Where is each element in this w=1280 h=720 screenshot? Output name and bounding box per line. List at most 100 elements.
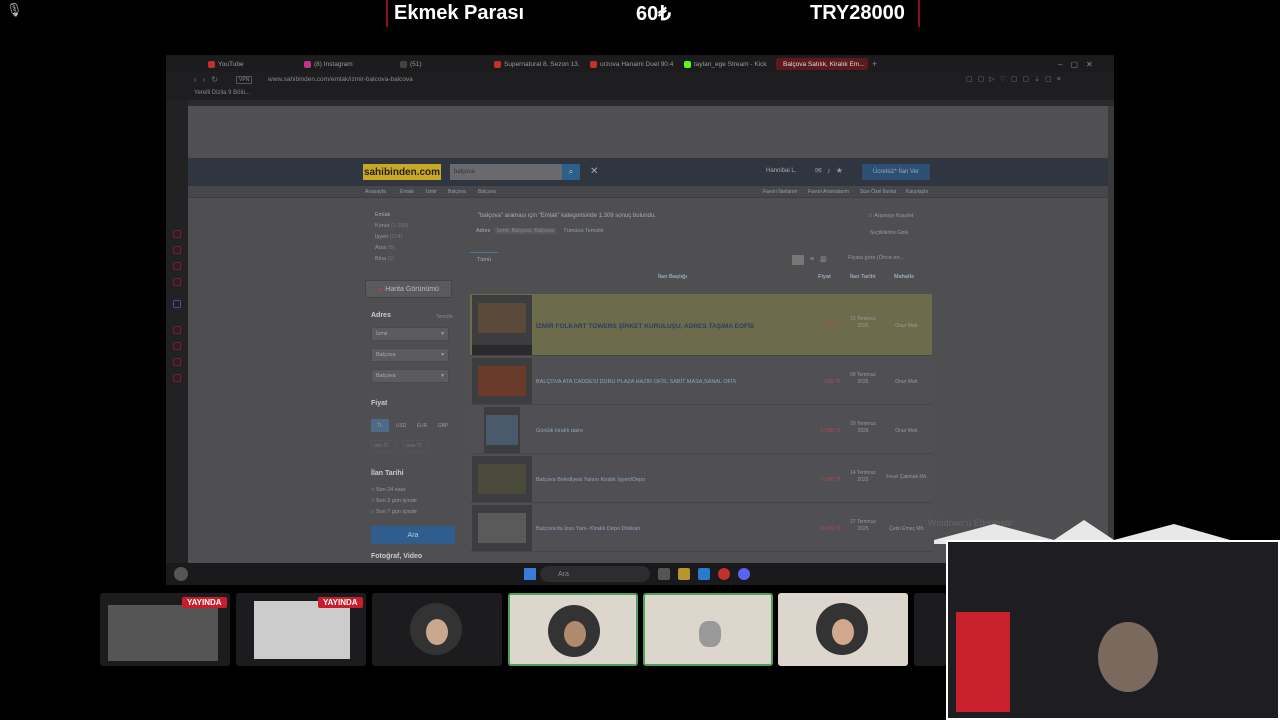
twitch-icon[interactable] (173, 300, 181, 308)
filter-chip[interactable]: İzmir, Balçova, Balçova (494, 228, 556, 234)
listing-price: 9.000 TL (820, 526, 842, 532)
page-scrollbar[interactable] (1108, 106, 1114, 566)
map-view-button[interactable]: ● Harita Görünümü (365, 280, 452, 298)
discord-icon[interactable] (738, 568, 750, 580)
currency-gbp[interactable]: GBP (434, 419, 452, 432)
sort-select[interactable]: Fiyata göre (Önce en... (848, 255, 904, 261)
grid-view-icon[interactable] (792, 255, 804, 265)
participant-card[interactable] (643, 593, 773, 666)
sidebar-icon[interactable] (173, 246, 181, 254)
currency-usd[interactable]: USD (392, 419, 410, 432)
top-link[interactable]: Favori Aramalarım (808, 189, 849, 195)
windows-start-icon[interactable] (524, 568, 536, 580)
search-button[interactable]: ⌕ (562, 164, 580, 180)
date-option[interactable]: ○ Son 3 gün içinde (371, 498, 417, 504)
instagram-icon (304, 60, 311, 68)
taskbar-search[interactable]: Ara (540, 566, 650, 582)
url-field[interactable]: www.sahibinden.com/emlak/izmir-balcova-b… (268, 76, 413, 83)
file-explorer-icon[interactable] (678, 568, 690, 580)
store-icon[interactable] (698, 568, 710, 580)
listing-photo[interactable] (484, 407, 520, 453)
category-item[interactable]: Emlak (375, 212, 390, 218)
breadcrumb-item[interactable]: Balçova (478, 189, 496, 195)
bookmark-item[interactable]: Yerelli Dizila 9 Bölü... (194, 90, 250, 96)
selected-filter-toggle[interactable]: Seçtiklerimi Gizle (870, 230, 908, 236)
tab-sahibinden[interactable]: Balçova Satılık, Kiralık Em... (776, 58, 868, 70)
tab-kick[interactable]: taylan_ege Stream - Kick (684, 58, 770, 70)
weather-icon[interactable] (174, 567, 188, 581)
column-header[interactable]: İlan Başlığı (658, 274, 687, 280)
user-menu[interactable]: Hannibal L. (766, 168, 796, 174)
toolbar-icons[interactable]: ▢▢▷♡▢▢⇣▢≡ (966, 75, 1066, 83)
participant-card[interactable]: YAYINDA (236, 593, 366, 666)
listing-title[interactable]: Balçova Belediyesi Yanını Kiralık İşyeri… (536, 477, 645, 483)
participant-card[interactable] (778, 593, 908, 666)
column-header[interactable]: Mahalle (894, 274, 914, 280)
sidebar-icon[interactable] (173, 374, 181, 382)
min-price-input[interactable]: min TL (371, 440, 397, 452)
sidebar-icon[interactable] (173, 230, 181, 238)
site-logo[interactable]: sahibinden.com (363, 164, 441, 180)
breadcrumb-item[interactable]: Anasayfa (365, 189, 386, 195)
filter-search-button[interactable]: Ara (371, 526, 455, 544)
new-tab-button[interactable]: + (872, 58, 877, 70)
currency-eur[interactable]: EUR (413, 419, 431, 432)
participant-card[interactable] (508, 593, 638, 666)
neighborhood-select[interactable]: Balçova ▾ (371, 369, 449, 383)
date-option[interactable]: ○ Son 7 gün içinde (371, 509, 417, 515)
tab-youtube[interactable]: YouTube (208, 58, 244, 70)
currency-tl[interactable]: TL (371, 419, 389, 432)
clear-all-link[interactable]: Tümünü Temizle (563, 228, 603, 234)
participant-card[interactable] (372, 593, 502, 666)
category-item[interactable]: Arsa (8) (375, 245, 395, 251)
post-ad-button[interactable]: Ücretsiz* İlan Ver (862, 164, 930, 180)
breadcrumb-item[interactable]: Emlak (400, 189, 414, 195)
tab-supernatural[interactable]: Supernatural 8. Sezon 13. (494, 58, 580, 70)
participant-card[interactable]: YAYINDA (100, 593, 230, 666)
sidebar-icon[interactable] (173, 262, 181, 270)
listing-title[interactable]: İZMİR FOLKART TOWERS ŞİRKET KURULUŞU, AD… (536, 323, 754, 330)
column-header[interactable]: Fiyat (818, 274, 831, 280)
listing-title[interactable]: Balçova'da İzsu Yanı- Kiralık Depo Dükka… (536, 526, 640, 532)
participant-card[interactable] (914, 593, 946, 666)
window-controls[interactable]: –▢✕ (1058, 58, 1101, 70)
category-item[interactable]: İşyeri (174) (375, 234, 403, 240)
sidebar-icon[interactable] (173, 342, 181, 350)
breadcrumb-item[interactable]: İzmir (426, 189, 437, 195)
district-select[interactable]: Balçova ▾ (371, 348, 449, 362)
category-item[interactable]: Konut (1.156) (375, 223, 408, 229)
listing-title[interactable]: BALÇOVA ATA CADDESİ DURU PLAZA HAZIR OFİ… (536, 379, 736, 385)
vpn-badge[interactable]: VPN (236, 76, 253, 84)
category-item[interactable]: Bina (1) (375, 256, 394, 262)
city-select[interactable]: İzmir ▾ (371, 327, 449, 341)
max-price-input[interactable]: max TL (403, 440, 429, 452)
opera-icon[interactable] (718, 568, 730, 580)
tab-urzova[interactable]: urzova Hanami Duel 90.4 (590, 58, 676, 70)
date-option[interactable]: ○ Son 24 saat (371, 487, 405, 493)
listing-photo[interactable] (472, 295, 532, 355)
top-link[interactable]: Favori İlanlarım (763, 189, 797, 195)
breadcrumb-item[interactable]: Balçova (448, 189, 466, 195)
column-header[interactable]: İlan Tarihi (850, 274, 876, 280)
search-input[interactable]: balçova (450, 164, 562, 180)
list-view-icon[interactable]: ≡▥ (810, 255, 833, 263)
sidebar-icon[interactable] (173, 326, 181, 334)
listing-photo[interactable] (472, 505, 532, 551)
listing-photo[interactable] (472, 358, 532, 404)
sidebar-icon[interactable] (173, 278, 181, 286)
task-view-icon[interactable] (658, 568, 670, 580)
tab-instagram[interactable]: (8) Instagram (304, 58, 353, 70)
top-link[interactable]: Karşılaştır (906, 189, 929, 195)
tab-all[interactable]: Tümü (470, 252, 498, 266)
header-icons[interactable]: ✉♪★ (815, 166, 848, 175)
listing-photo[interactable] (472, 456, 532, 502)
web-page: sahibinden.com balçova ⌕ ✕ Hannibal L. ✉… (188, 106, 1108, 566)
top-link[interactable]: Size Özel İlanlar (860, 189, 896, 195)
tab-x[interactable]: (51) (400, 58, 422, 70)
close-icon[interactable]: ✕ (590, 166, 598, 177)
nav-buttons[interactable]: ‹›↻ (194, 75, 224, 84)
sidebar-icon[interactable] (173, 358, 181, 366)
listing-title[interactable]: Günlük kiralık daire (536, 428, 583, 434)
save-search-link[interactable]: ☆ Aramayı Kaydet (868, 213, 913, 219)
address-clear-link[interactable]: Temizle (436, 314, 453, 320)
